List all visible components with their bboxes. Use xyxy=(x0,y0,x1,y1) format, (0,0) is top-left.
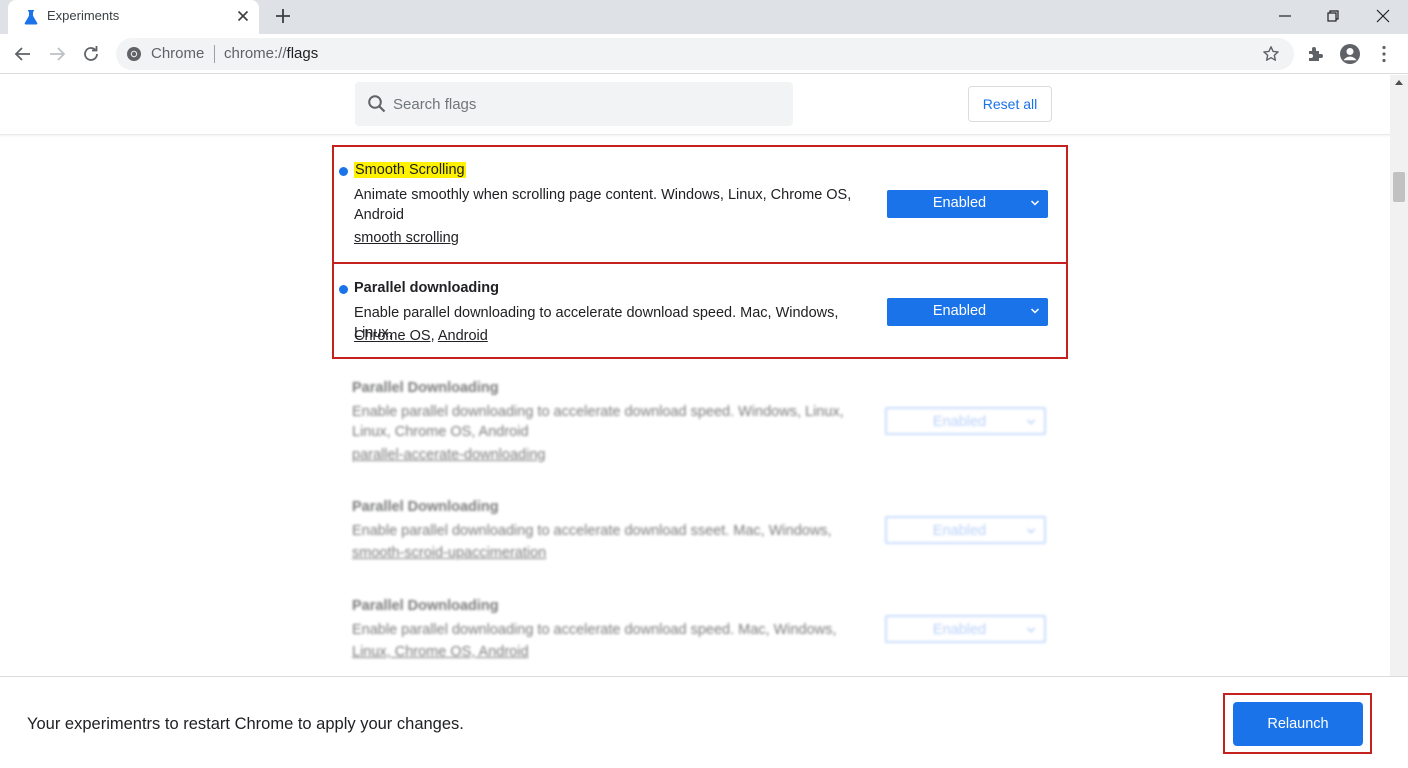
search-box[interactable] xyxy=(355,82,793,126)
flag-state-select[interactable]: Enabled xyxy=(887,298,1048,326)
flag-link-android[interactable]: Android xyxy=(438,328,488,344)
flag-link[interactable]: smooth scrolling xyxy=(354,228,459,248)
modified-indicator-dot xyxy=(339,285,348,294)
flags-header: Reset all xyxy=(0,75,1390,135)
chevron-down-icon xyxy=(1026,419,1036,425)
minimize-icon[interactable] xyxy=(1274,5,1296,27)
chrome-logo-icon xyxy=(127,47,141,61)
flag-title: Parallel Downloading xyxy=(352,499,499,515)
flag-link-separator: , xyxy=(430,328,438,344)
flag-smooth-scrolling: Smooth Scrolling Animate smoothly when s… xyxy=(332,145,1068,264)
flag-state-value: Enabled xyxy=(932,195,987,211)
scrollbar-thumb[interactable] xyxy=(1393,172,1405,202)
reset-all-button[interactable]: Reset all xyxy=(968,86,1052,122)
browser-toolbar: Chrome chrome://flags xyxy=(0,34,1408,74)
flask-icon xyxy=(24,10,38,25)
flag-link[interactable]: Linux, Chrome OS, Android xyxy=(352,642,529,662)
omnibox-divider xyxy=(214,45,215,63)
chevron-down-icon xyxy=(1030,308,1040,314)
flag-state-value: Enabled xyxy=(932,622,987,638)
flags-list: Smooth Scrolling Animate smoothly when s… xyxy=(0,136,1390,676)
bookmark-star-icon[interactable] xyxy=(1262,45,1280,63)
flag-parallel-downloading-blurred-1: Parallel Downloading Enable parallel dow… xyxy=(332,377,1068,467)
flag-parallel-downloading-blurred-3: Parallel Downloading Enable parallel dow… xyxy=(332,595,1068,665)
flag-state-value: Enabled xyxy=(932,414,987,430)
close-tab-icon[interactable] xyxy=(234,7,252,25)
omnibox-url: chrome://flags xyxy=(224,45,318,62)
flag-state-select[interactable]: Enabled xyxy=(885,407,1046,435)
flag-description: Enable parallel downloading to accelerat… xyxy=(352,622,837,638)
relaunch-bar: Your experimentrs to restart Chrome to a… xyxy=(0,676,1408,768)
chevron-down-icon xyxy=(1026,528,1036,534)
flag-link-chrome-os[interactable]: Chrome OS xyxy=(354,328,431,344)
address-bar[interactable]: Chrome chrome://flags xyxy=(116,38,1294,70)
reload-icon[interactable] xyxy=(79,42,103,66)
close-window-icon[interactable] xyxy=(1372,5,1394,27)
page-scrollbar[interactable] xyxy=(1390,75,1408,676)
omnibox-site-label: Chrome xyxy=(151,45,205,62)
search-icon xyxy=(368,95,386,113)
flag-link[interactable]: smooth-scroid-upaccimeration xyxy=(352,543,546,563)
flag-title: Smooth Scrolling xyxy=(354,162,466,178)
modified-indicator-dot xyxy=(339,167,348,176)
flag-state-value: Enabled xyxy=(932,523,987,539)
chevron-down-icon xyxy=(1030,200,1040,206)
relaunch-message: Your experimentrs to restart Chrome to a… xyxy=(27,715,464,733)
flag-title: Parallel downloading xyxy=(354,280,500,296)
flag-links: Chrome OS, Android xyxy=(354,326,874,346)
flag-description: Animate smoothly when scrolling page con… xyxy=(354,187,852,223)
url-scheme: chrome:// xyxy=(224,45,287,62)
scroll-up-arrow-icon[interactable] xyxy=(1395,80,1403,85)
tab-strip: Experiments xyxy=(0,0,1408,34)
tab-experiments[interactable]: Experiments xyxy=(8,0,259,34)
extensions-puzzle-icon[interactable] xyxy=(1304,42,1328,66)
flag-state-select[interactable]: Enabled xyxy=(885,615,1046,643)
profile-avatar-icon[interactable] xyxy=(1338,42,1362,66)
chevron-down-icon xyxy=(1026,627,1036,633)
restore-icon[interactable] xyxy=(1322,5,1344,27)
flag-description: Enable parallel downloading to accelerat… xyxy=(352,523,832,539)
back-icon[interactable] xyxy=(11,42,35,66)
new-tab-icon[interactable] xyxy=(272,5,294,27)
flag-parallel-downloading: Parallel downloading Enable parallel dow… xyxy=(332,262,1068,359)
relaunch-button[interactable]: Relaunch xyxy=(1233,702,1363,746)
flag-link[interactable]: parallel-accerate-downloading xyxy=(352,445,545,465)
flag-title: Parallel Downloading xyxy=(352,598,499,614)
flag-state-select[interactable]: Enabled xyxy=(885,516,1046,544)
url-host: flags xyxy=(286,45,319,62)
search-flags-input[interactable] xyxy=(393,90,783,118)
menu-kebab-icon[interactable] xyxy=(1372,42,1396,66)
flag-parallel-downloading-blurred-2: Parallel Downloading Enable parallel dow… xyxy=(332,496,1068,566)
flag-state-value: Enabled xyxy=(932,303,987,319)
forward-icon[interactable] xyxy=(45,42,69,66)
flag-title: Parallel Downloading xyxy=(352,380,499,396)
tab-title: Experiments xyxy=(47,8,120,23)
flag-state-select[interactable]: Enabled xyxy=(887,190,1048,218)
flag-description: Enable parallel downloading to accelerat… xyxy=(352,404,844,440)
